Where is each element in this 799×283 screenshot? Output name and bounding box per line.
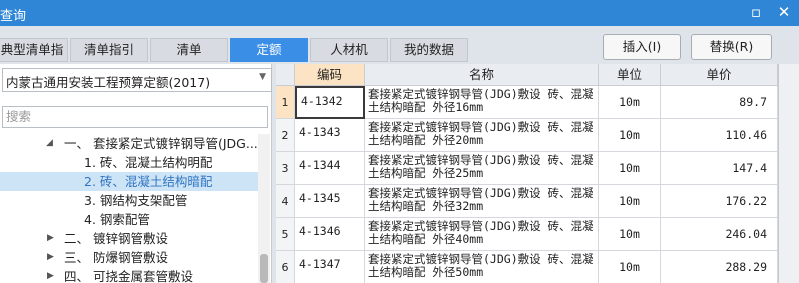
price-cell[interactable]: 176.22 xyxy=(661,185,778,218)
search-input[interactable] xyxy=(2,106,268,128)
window-title: 查询 xyxy=(0,9,27,24)
name-cell[interactable]: 套接紧定式镀锌钢导管(JDG)敷设 砖、混凝土结构暗配 外径50mm xyxy=(365,251,599,283)
replace-button[interactable]: 替换(R) xyxy=(691,34,772,60)
caret-collapsed-icon[interactable]: ▶ xyxy=(47,267,54,283)
column-header-price[interactable]: 单价 xyxy=(661,64,778,86)
row-number[interactable]: 4 xyxy=(276,185,295,218)
code-cell[interactable]: 4-1342 xyxy=(295,86,365,119)
tree-scrollbar[interactable] xyxy=(258,134,270,283)
name-cell[interactable]: 套接紧定式镀锌钢导管(JDG)敷设 砖、混凝土结构暗配 外径32mm xyxy=(365,185,599,218)
title-bar: 查询 ▫ ✕ xyxy=(0,0,799,26)
tree-node[interactable]: 4. 钢索配管 xyxy=(0,210,258,229)
tab-my-data[interactable]: 我的数据 xyxy=(390,38,468,62)
tree-node[interactable]: ◢ 一、 套接紧定式镀锌钢导管(JDG... xyxy=(0,134,258,153)
tab-list-guide[interactable]: 清单指引 xyxy=(70,38,148,62)
tree-node[interactable]: 3. 钢结构支架配管 xyxy=(0,191,258,210)
caret-expanded-icon[interactable]: ◢ xyxy=(46,134,53,153)
unit-cell[interactable]: 10m xyxy=(599,86,661,119)
chevron-down-icon: ▼ xyxy=(259,72,266,82)
row-number[interactable]: 5 xyxy=(276,218,295,251)
caret-collapsed-icon[interactable]: ▶ xyxy=(47,229,54,248)
price-cell[interactable]: 246.04 xyxy=(661,218,778,251)
column-header-unit[interactable]: 单位 xyxy=(599,64,661,86)
row-number[interactable]: 3 xyxy=(276,152,295,185)
quota-grid: 编码 名称 单位 单价 1 4-1342 套接紧定式镀锌钢导管(JDG)敷设 砖… xyxy=(276,64,778,283)
name-cell[interactable]: 套接紧定式镀锌钢导管(JDG)敷设 砖、混凝土结构暗配 外径20mm xyxy=(365,119,599,152)
tab-typical-list-guide[interactable]: 典型清单指引 xyxy=(0,38,68,79)
tab-quota[interactable]: 定额 xyxy=(230,38,308,62)
tree-node[interactable]: 1. 砖、混凝土结构明配 xyxy=(0,153,258,172)
quota-library-value: 内蒙古通用安装工程预算定额(2017) xyxy=(6,75,211,90)
price-cell[interactable]: 89.7 xyxy=(661,86,778,119)
name-cell[interactable]: 套接紧定式镀锌钢导管(JDG)敷设 砖、混凝土结构暗配 外径25mm xyxy=(365,152,599,185)
row-number[interactable]: 2 xyxy=(276,119,295,152)
tab-labor-material-machine[interactable]: 人材机 xyxy=(310,38,388,62)
price-cell[interactable]: 147.4 xyxy=(661,152,778,185)
tree-node[interactable]: ▶ 三、 防爆钢管敷设 xyxy=(0,248,258,267)
insert-button[interactable]: 插入(I) xyxy=(603,34,681,60)
price-cell[interactable]: 110.46 xyxy=(661,119,778,152)
tree-node-selected[interactable]: 2. 砖、混凝土结构暗配 xyxy=(0,172,258,191)
tree-node[interactable]: ▶ 二、 镀锌钢管敷设 xyxy=(0,229,258,248)
code-cell[interactable]: 4-1347 xyxy=(295,251,365,283)
quota-library-select[interactable]: 内蒙古通用安装工程预算定额(2017) ▼ xyxy=(2,68,272,92)
unit-cell[interactable]: 10m xyxy=(599,185,661,218)
unit-cell[interactable]: 10m xyxy=(599,152,661,185)
row-number[interactable]: 6 xyxy=(276,251,295,283)
maximize-icon[interactable]: ▫ xyxy=(747,3,765,21)
scrollbar-thumb[interactable] xyxy=(260,254,268,283)
left-panel: 内蒙古通用安装工程预算定额(2017) ▼ ◢ 一、 套接紧定式镀锌钢导管(JD… xyxy=(0,64,272,283)
column-header-name[interactable]: 名称 xyxy=(365,64,599,86)
tab-bar: 典型清单指引 清单指引 清单 定额 人材机 我的数据 xyxy=(0,38,470,79)
column-header-code[interactable]: 编码 xyxy=(295,64,365,86)
row-number-header xyxy=(276,64,295,86)
unit-cell[interactable]: 10m xyxy=(599,251,661,283)
close-icon[interactable]: ✕ xyxy=(775,3,793,21)
unit-cell[interactable]: 10m xyxy=(599,119,661,152)
code-cell[interactable]: 4-1345 xyxy=(295,185,365,218)
code-cell[interactable]: 4-1343 xyxy=(295,119,365,152)
unit-cell[interactable]: 10m xyxy=(599,218,661,251)
tree-node[interactable]: ▶ 四、 可挠金属套管敷设 xyxy=(0,267,258,283)
price-cell[interactable]: 288.29 xyxy=(661,251,778,283)
quota-tree: ◢ 一、 套接紧定式镀锌钢导管(JDG... 1. 砖、混凝土结构明配 2. 砖… xyxy=(0,134,258,283)
code-cell[interactable]: 4-1346 xyxy=(295,218,365,251)
row-number[interactable]: 1 xyxy=(276,86,295,119)
caret-collapsed-icon[interactable]: ▶ xyxy=(47,248,54,267)
grid-right-edge xyxy=(778,64,799,283)
name-cell[interactable]: 套接紧定式镀锌钢导管(JDG)敷设 砖、混凝土结构暗配 外径40mm xyxy=(365,218,599,251)
code-cell[interactable]: 4-1344 xyxy=(295,152,365,185)
tab-list[interactable]: 清单 xyxy=(150,38,228,62)
name-cell[interactable]: 套接紧定式镀锌钢导管(JDG)敷设 砖、混凝土结构暗配 外径16mm xyxy=(365,86,599,119)
